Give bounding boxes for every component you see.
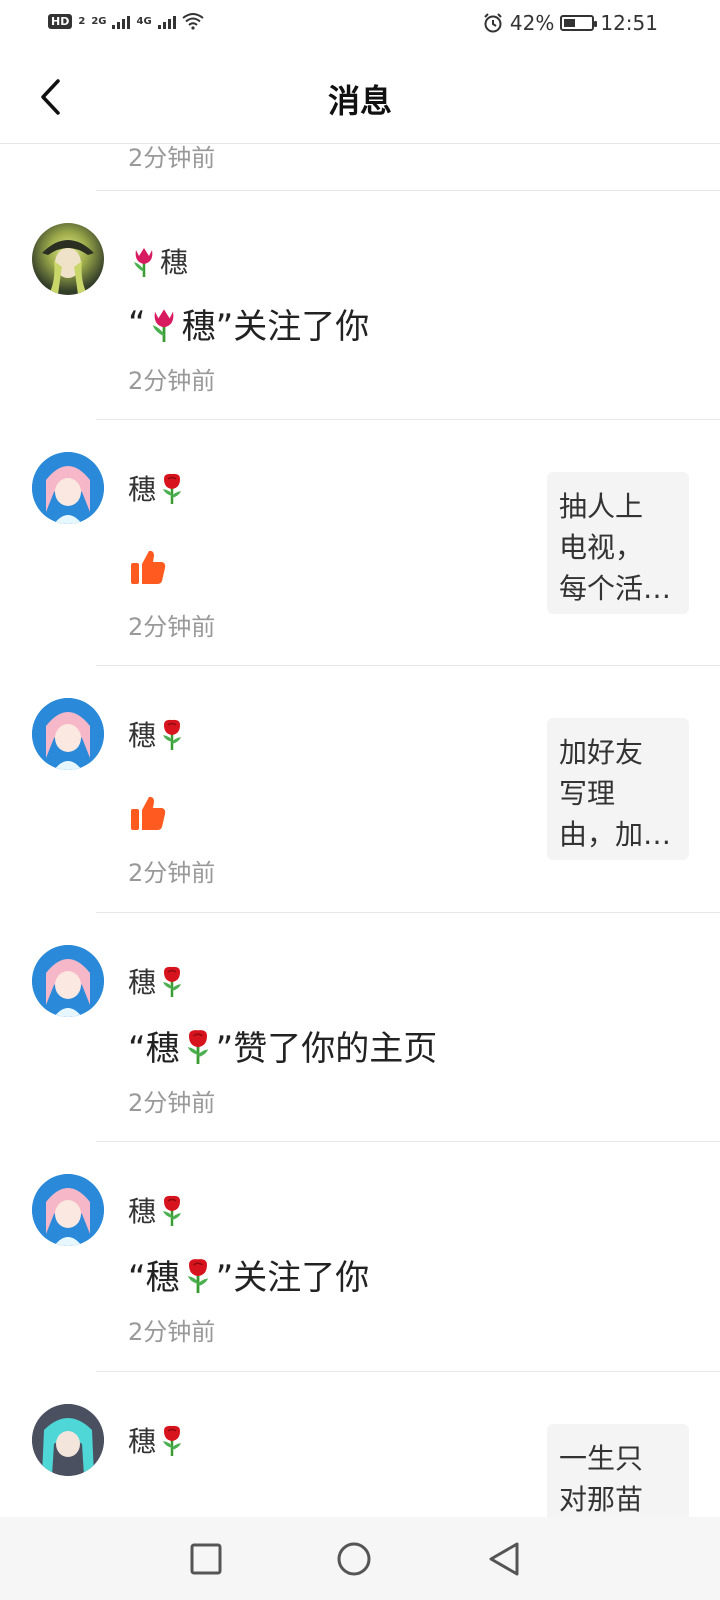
timestamp: 2分钟前 — [128, 1318, 216, 1346]
avatar-art — [32, 1404, 104, 1476]
username-text: 穗 — [128, 1195, 157, 1228]
rose-icon — [163, 719, 182, 750]
rose-icon — [187, 1029, 208, 1064]
username-text: 穗 — [128, 966, 157, 999]
hd-badge: HD — [48, 13, 73, 29]
post-preview[interactable]: 抽人上 电视， 每个活… — [547, 472, 689, 614]
username[interactable]: 穗 — [128, 1420, 188, 1460]
username[interactable]: 穗 — [128, 468, 188, 508]
tulip-icon — [134, 248, 153, 277]
list-item[interactable]: 穗 2分钟前 抽人上 电视， 每个活… — [32, 420, 720, 666]
preview-line: 一生只 — [559, 1442, 644, 1475]
content-name: 穗 — [181, 307, 216, 347]
list-item[interactable]: 穗 “穗 ”赞了你的主页 2分钟前 — [32, 913, 720, 1142]
list-item[interactable]: 穗 “ 穗 ”关注了你 2分钟前 — [32, 191, 720, 420]
alarm-icon — [484, 13, 502, 33]
status-bar: HD 2 2G 4G 42% 12:51 — [0, 0, 720, 50]
username-text: 穗 — [160, 246, 189, 279]
status-right: 42% 12:51 — [482, 11, 658, 35]
rose-icon — [163, 1195, 182, 1226]
username-text: 穗 — [128, 473, 157, 506]
rose-icon — [163, 966, 182, 997]
avatar[interactable] — [32, 1404, 104, 1476]
username[interactable]: 穗 — [128, 714, 188, 754]
hd-sub: 2 — [78, 15, 86, 27]
preview-line: 电视， — [559, 531, 644, 564]
battery-icon — [560, 15, 598, 31]
notification-content: “ 穗 ”关注了你 — [128, 299, 369, 348]
avatar-art — [42, 240, 94, 295]
rose-icon — [163, 1425, 182, 1456]
content-open: “穗 — [128, 1029, 180, 1069]
preview-line: 写理 — [559, 777, 616, 810]
avatar[interactable] — [32, 698, 104, 770]
preview-line: 由，加… — [559, 818, 672, 851]
avatar[interactable] — [32, 452, 104, 524]
thumbs-up-icon — [131, 550, 166, 584]
list-item[interactable]: 穗 “穗 ”关注了你 2分钟前 — [32, 1142, 720, 1372]
clock: 12:51 — [600, 11, 658, 35]
circle-icon — [337, 1542, 371, 1576]
triangle-back-icon — [489, 1542, 519, 1576]
content-open: “穗 — [128, 1258, 180, 1298]
post-preview[interactable]: 加好友 写理 由，加… — [547, 718, 689, 860]
avatar[interactable] — [32, 1174, 104, 1246]
home-button[interactable] — [334, 1539, 374, 1579]
status-left: HD 2 2G 4G — [48, 12, 204, 30]
signal-icon — [157, 13, 176, 29]
avatar[interactable] — [32, 945, 104, 1017]
rose-icon — [163, 473, 182, 504]
username[interactable]: 穗 — [128, 961, 188, 1001]
network-4g: 4G — [136, 15, 152, 27]
list-item-partial[interactable]: 2分钟前 — [96, 145, 720, 191]
battery-percent: 42% — [509, 11, 555, 35]
notification-content: “穗 ”关注了你 — [128, 1250, 369, 1299]
avatar-art — [32, 945, 104, 1017]
username[interactable]: 穗 — [128, 1190, 188, 1230]
timestamp: 2分钟前 — [128, 613, 216, 641]
recent-apps-button[interactable] — [186, 1539, 226, 1579]
system-nav-bar — [0, 1517, 720, 1600]
timestamp: 2分钟前 — [128, 1089, 216, 1117]
username[interactable]: 穗 — [128, 241, 188, 281]
nav-bar: 消息 — [0, 50, 720, 144]
avatar-art — [32, 698, 104, 770]
username-text: 穗 — [128, 719, 157, 752]
content-close: ”关注了你 — [215, 307, 370, 347]
thumbs-up-icon — [131, 796, 166, 830]
timestamp: 2分钟前 — [128, 859, 216, 887]
battery-fill — [564, 19, 576, 27]
preview-line: 每个活… — [559, 572, 672, 605]
avatar[interactable] — [32, 223, 104, 295]
content-open: “ — [128, 303, 146, 344]
timestamp: 2分钟前 — [128, 367, 216, 395]
tulip-icon — [152, 308, 173, 342]
preview-line: 抽人上 — [559, 490, 644, 523]
notification-content: “穗 ”赞了你的主页 — [128, 1021, 437, 1070]
content-close: ”关注了你 — [215, 1258, 370, 1298]
wifi-icon — [182, 13, 204, 30]
avatar-art — [32, 1174, 104, 1246]
notification-list[interactable]: 2分钟前 穗 “ 穗 ”关注了你 2分钟前 穗 2分钟前 抽人上 电视， 每个活… — [0, 145, 720, 1517]
list-item[interactable]: 穗 2分钟前 加好友 写理 由，加… — [32, 666, 720, 913]
preview-line: 对那苗 — [559, 1483, 644, 1516]
signal-icon — [112, 13, 131, 29]
post-preview[interactable]: 一生只 对那苗 — [547, 1424, 689, 1517]
back-nav-button[interactable] — [484, 1539, 524, 1579]
rose-icon — [187, 1258, 208, 1293]
square-icon — [190, 1543, 222, 1575]
list-item[interactable]: 穗 一生只 对那苗 — [32, 1372, 720, 1517]
avatar-art — [32, 452, 104, 524]
username-text: 穗 — [128, 1425, 157, 1458]
network-2g: 2G — [91, 15, 107, 27]
timestamp: 2分钟前 — [128, 145, 216, 172]
content-close: ”赞了你的主页 — [215, 1029, 438, 1069]
page-title: 消息 — [327, 82, 392, 120]
preview-line: 加好友 — [559, 736, 644, 769]
